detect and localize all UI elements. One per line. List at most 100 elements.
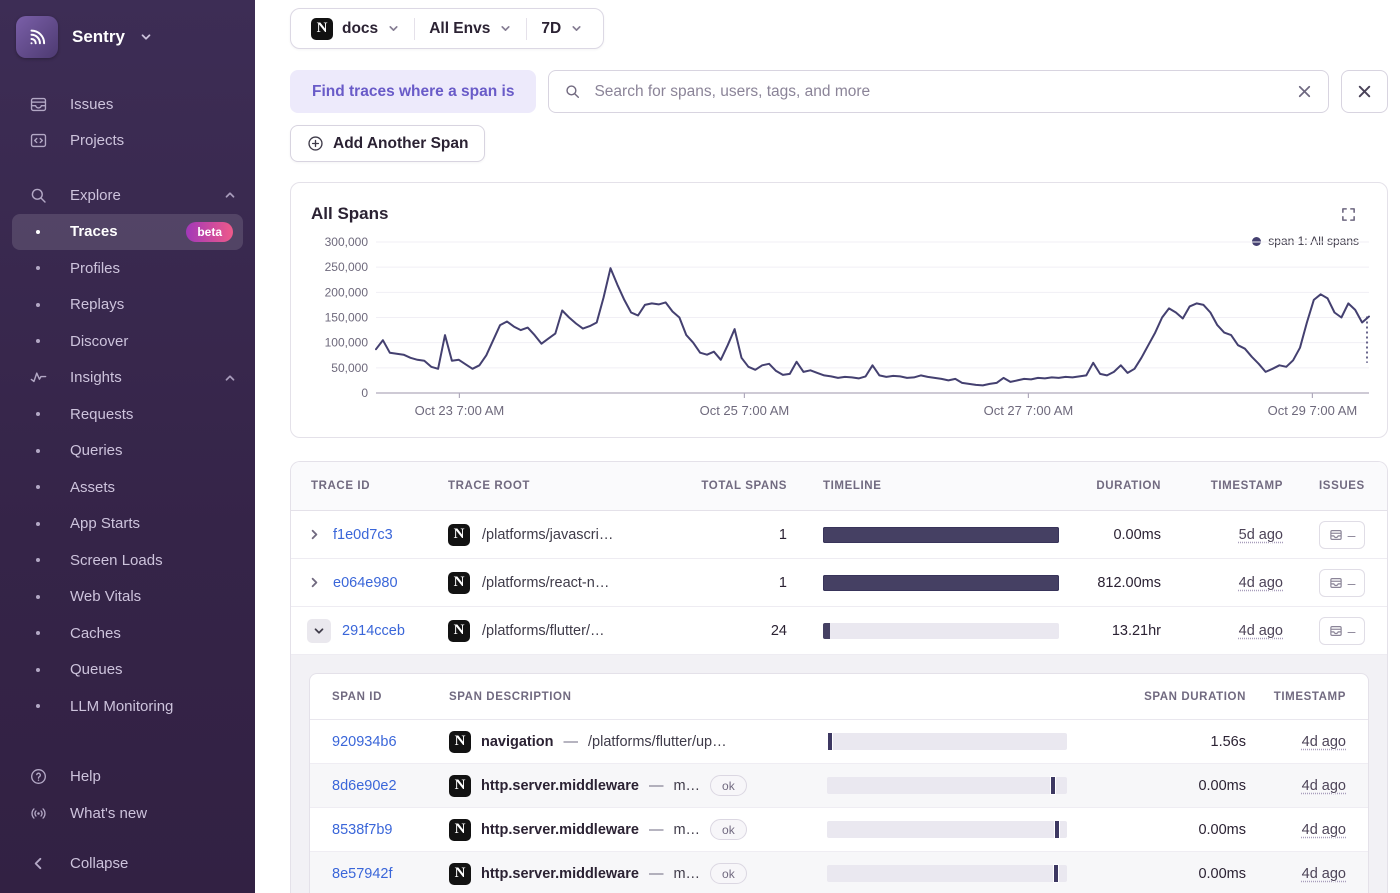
clear-search-icon[interactable] [1296,83,1313,100]
sidebar-item-replays[interactable]: Replays [0,287,255,324]
span-timeline-bar [827,776,1067,795]
nextjs-platform-icon: N [311,17,333,40]
trace-timestamp[interactable]: 4d ago [1239,575,1283,591]
sidebar-item-insights[interactable]: Insights [0,360,255,397]
bullet-icon [28,295,48,315]
sidebar-item-label: Requests [70,405,134,423]
projects-icon [28,131,48,151]
span-id-link[interactable]: 8e57942f [332,866,392,882]
expand-trace-button[interactable] [307,527,322,542]
trace-table-header: Trace ID Trace Root Total Spans Timeline Dur… [291,462,1387,511]
org-switcher[interactable]: Sentry [0,14,255,60]
trace-table-body: f1e0d7c3 N/platforms/javascri… 1 0.00ms … [291,511,1387,655]
sidebar-item-screen-loads[interactable]: Screen Loads [0,542,255,579]
sidebar-item-explore[interactable]: Explore [0,177,255,214]
span-op: http.server.middleware [481,821,639,838]
date-range-selector[interactable]: 7D [527,20,597,38]
search-icon [28,185,48,205]
sidebar-item-label: Assets [70,478,116,496]
span-duration: 0.00ms [1198,821,1246,838]
span-op: http.server.middleware [481,865,639,882]
collapse-trace-button[interactable] [307,618,331,643]
spans-line-chart[interactable]: 300,000 250,000 200,000 150,000 100,000 50,00… [291,183,1387,437]
trace-issues-button[interactable]: – [1319,616,1365,645]
chevron-up-icon[interactable] [223,371,237,385]
collapse-button[interactable]: Collapse [0,845,255,881]
span-search-input[interactable] [592,81,1285,102]
sidebar-item-queues[interactable]: Queues [0,652,255,689]
issues-icon [1329,624,1343,638]
sidebar-item-queries[interactable]: Queries [0,433,255,470]
bullet-icon [28,477,48,497]
total-spans: 24 [770,622,787,639]
span-table-header: Span ID Span Description Span Duration Time… [310,674,1368,720]
sidebar-item-caches[interactable]: Caches [0,615,255,652]
sidebar-item-label: Help [70,768,101,786]
sidebar-item-discover[interactable]: Discover [0,323,255,360]
trace-id-link[interactable]: f1e0d7c3 [333,527,393,543]
trace-issues-button[interactable]: – [1319,568,1365,597]
expand-trace-button[interactable] [307,575,322,590]
broadcast-icon [28,803,48,823]
trace-id-link[interactable]: e064e980 [333,575,398,591]
nextjs-platform-icon: N [449,818,471,841]
svg-text:100,000: 100,000 [325,336,369,350]
trace-row-f1e0d7c3: f1e0d7c3 N/platforms/javascri… 1 0.00ms … [291,511,1387,559]
sidebar-item-requests[interactable]: Requests [0,396,255,433]
span-status-badge: ok [710,863,747,884]
trace-timestamp[interactable]: 4d ago [1239,623,1283,639]
span-id-link[interactable]: 8d6e90e2 [332,778,397,794]
bullet-icon [28,222,48,242]
beta-badge: beta [186,221,233,242]
brand-name: Sentry [72,27,125,46]
span-timeline-marker [827,732,833,751]
span-id-link[interactable]: 920934b6 [332,734,397,750]
sidebar-item-traces[interactable]: Traces beta [12,213,243,250]
trace-row-2914cceb: 2914cceb N/platforms/flutter/… 24 13.21h… [291,607,1387,655]
column-header-total-spans: Total Spans [701,480,787,492]
svg-text:Oct 23 7:00 AM: Oct 23 7:00 AM [415,403,505,418]
trace-row-e064e980: e064e980 N/platforms/react-n… 1 812.00ms… [291,559,1387,607]
no-issues-dash: – [1347,526,1356,543]
span-row-8d6e90e2: 8d6e90e2 N http.server.middleware — m… o… [310,764,1368,808]
sidebar-item-web-vitals[interactable]: Web Vitals [0,579,255,616]
sidebar-item-projects[interactable]: Projects [0,123,255,160]
column-header-trace-root: Trace Root [448,480,531,492]
trace-timestamp[interactable]: 5d ago [1239,527,1283,543]
trace-issues-button[interactable]: – [1319,520,1365,549]
span-timestamp[interactable]: 4d ago [1302,734,1346,750]
sidebar-item-app-starts[interactable]: App Starts [0,506,255,543]
sidebar-item-help[interactable]: Help [0,759,255,796]
sidebar-item-issues[interactable]: Issues [0,86,255,123]
sidebar-item-profiles[interactable]: Profiles [0,250,255,287]
sidebar-item-what-s-new[interactable]: What's new [0,795,255,832]
span-id-link[interactable]: 8538f7b9 [332,822,392,838]
dash-separator: — [563,733,579,750]
sidebar-item-label: Profiles [70,259,121,277]
span-timestamp[interactable]: 4d ago [1302,866,1346,882]
span-duration: 0.00ms [1198,777,1246,794]
dash-separator: — [648,865,664,882]
nextjs-platform-icon: N [448,523,470,546]
span-description: m… [673,777,701,794]
sidebar-item-label: LLM Monitoring [70,697,174,715]
trace-id-link[interactable]: 2914cceb [342,623,405,639]
span-timestamp[interactable]: 4d ago [1302,778,1346,794]
column-header-timestamp: Timestamp [1273,690,1346,703]
chevron-up-icon[interactable] [223,188,237,202]
environment-selector[interactable]: All Envs [415,20,526,38]
span-timeline-bar [827,820,1067,839]
svg-text:50,000: 50,000 [331,361,368,375]
project-selector[interactable]: N docs [297,17,414,40]
nextjs-platform-icon: N [448,571,470,594]
sidebar-item-label: Traces [70,223,118,241]
add-another-span-button[interactable]: Add Another Span [290,125,486,162]
column-header-span-id: Span ID [332,690,382,703]
span-row-8e57942f: 8e57942f N http.server.middleware — m… o… [310,852,1368,893]
sidebar-item-assets[interactable]: Assets [0,469,255,506]
chevron-left-icon [28,853,48,873]
span-timeline-bar [827,732,1067,751]
sidebar-item-llm-monitoring[interactable]: LLM Monitoring [0,688,255,725]
remove-span-filter-button[interactable] [1341,70,1388,113]
span-timestamp[interactable]: 4d ago [1302,822,1346,838]
